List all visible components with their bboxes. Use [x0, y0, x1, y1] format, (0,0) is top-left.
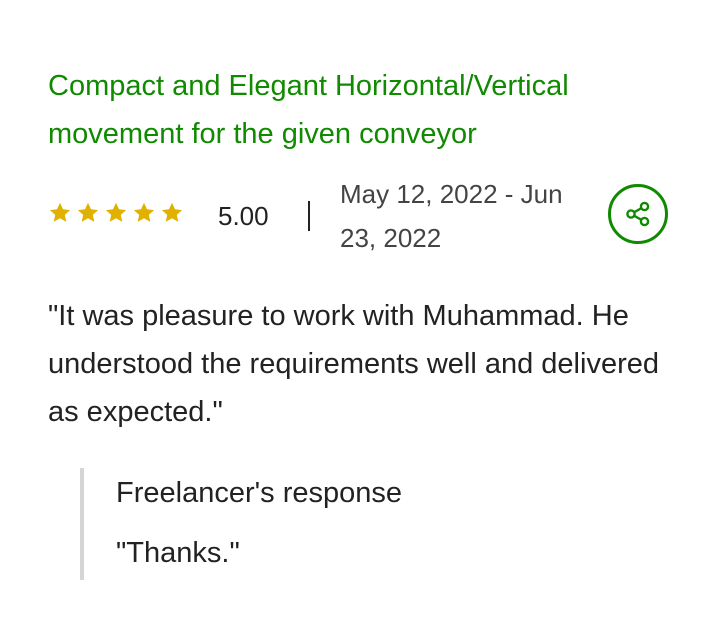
rating-value: 5.00 [218, 201, 269, 231]
star-icon [161, 202, 183, 222]
star-icon [49, 202, 71, 222]
star-icon [133, 202, 155, 222]
divider [308, 201, 310, 231]
star-icon [105, 202, 127, 222]
star-icon [77, 202, 99, 222]
freelancer-response: Freelancer's response "Thanks." [80, 468, 670, 580]
review-meta: 5.00 May 12, 2022 - Jun 23, 2022 [48, 172, 672, 260]
response-heading: Freelancer's response [116, 477, 403, 509]
review-title[interactable]: Compact and Elegant Horizontal/Vertical … [48, 62, 668, 158]
response-text: "Thanks." [116, 537, 240, 569]
star-rating [48, 201, 184, 225]
review-card: Compact and Elegant Horizontal/Vertical … [0, 0, 720, 629]
review-comment: "It was pleasure to work with Muhammad. … [48, 300, 659, 428]
share-icon [626, 201, 650, 227]
share-button[interactable] [608, 184, 668, 244]
contract-dates: May 12, 2022 - Jun 23, 2022 [340, 179, 563, 253]
